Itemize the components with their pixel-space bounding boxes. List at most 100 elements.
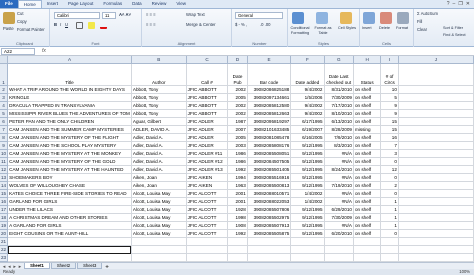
row-header[interactable]: 13 [0,173,9,182]
cell[interactable] [398,93,474,102]
cell[interactable] [398,63,474,86]
cell[interactable] [398,109,474,118]
cell[interactable]: on shelf [353,229,382,238]
cell[interactable] [398,221,474,230]
cell[interactable]: on shelf [353,109,382,118]
cell[interactable] [186,237,229,246]
cell[interactable] [398,253,474,262]
cell[interactable] [290,245,325,254]
cell[interactable]: 1986 [227,149,248,158]
row-header[interactable]: 6 [0,117,9,126]
cell[interactable]: Alcott, Louisa May [131,213,187,222]
cell[interactable]: CAM JANSEN AND THE MYSTERY OF THE GOLD [7,157,132,166]
cell[interactable]: Adler, David A. [131,141,187,150]
row-header[interactable]: 5 [0,109,9,118]
cell[interactable]: # of Circs [380,63,399,86]
cell[interactable]: 6/19/2007 [290,125,325,134]
cell[interactable]: Date Pub [227,63,248,86]
cell[interactable] [398,181,474,190]
cell[interactable]: JFIC AIKEN [186,181,229,190]
cell[interactable]: WOLVES OF WILLOUGHBY CHASE [7,181,132,190]
cell[interactable]: 7 [380,141,399,150]
row-header[interactable]: 11 [0,157,9,166]
cell[interactable]: 7/30/2009 [324,93,354,102]
cell-styles-button[interactable]: Cell Styles [337,26,357,31]
insert-sheet-icon[interactable]: ✚ [103,264,111,269]
cell[interactable]: 1928 [227,205,248,214]
cell[interactable]: 1908 [227,221,248,230]
help-icon[interactable]: ? [447,1,450,7]
cell[interactable]: WHAT A TRIP AROUND THE WORLD IN EIGHTY D… [7,85,132,94]
cell[interactable]: 39082101633485 [247,125,292,134]
cell[interactable]: 8/3/2010 [324,141,354,150]
cell[interactable]: on shelf [353,205,382,214]
cell[interactable]: 0 [380,189,399,198]
bold-icon[interactable]: B [54,22,57,27]
column-header[interactable]: C [186,56,229,64]
cell[interactable]: GARLAND FOR GIRLS [7,197,132,206]
cell[interactable]: 39082085508051 [247,149,292,158]
cell[interactable]: 6/20/2010 [324,229,354,238]
row-header[interactable]: 21 [0,237,9,246]
cell[interactable] [398,133,474,142]
cell[interactable] [398,125,474,134]
select-all-corner[interactable] [0,56,9,64]
column-header[interactable]: H [353,56,382,64]
cell[interactable]: 39082085812663 [247,109,292,118]
cell[interactable]: 1 [380,213,399,222]
cell[interactable]: CAM JANSEN AND THE MYSTERY AT THE HAUNTE… [7,165,132,174]
cell[interactable] [398,197,474,206]
cell[interactable]: 3 [380,149,399,158]
cell[interactable]: KATES CHOICE THREE FIRE-SIDE STORIES TO … [7,189,132,198]
cell[interactable]: on shelf [353,181,382,190]
cell[interactable]: 39082085501405 [247,165,292,174]
cell[interactable]: missing [353,125,382,134]
align-top-icon[interactable]: ≡ ≡ ≡ [146,12,156,17]
cell[interactable]: on shelf [353,93,382,102]
cell[interactable]: Adler, David A. [131,149,187,158]
cell[interactable]: 15 [380,117,399,126]
cell[interactable]: on shelf [353,165,382,174]
cell[interactable]: Date added [290,63,325,86]
cell[interactable] [7,253,132,262]
cell[interactable] [398,213,474,222]
cell[interactable] [398,245,474,254]
cell[interactable]: 2 [380,181,399,190]
clear-button[interactable]: Clear [417,27,427,32]
sheet-nav-icon[interactable]: ◄ ◄ ► ► [0,264,24,269]
cell[interactable]: 9/12/1995 [290,157,325,166]
cell[interactable]: 1992 [227,229,248,238]
cell[interactable]: JFIC ALCOTT [186,189,229,198]
paste-button[interactable]: Paste [3,26,14,31]
fill-color-icon[interactable] [88,22,95,29]
cell[interactable]: 9/12/1995 [290,229,325,238]
zoom-level[interactable]: 100% [459,269,470,275]
cell[interactable]: JFIC AIKEN [186,173,229,182]
cell[interactable]: 1 [380,205,399,214]
align-left-icon[interactable]: ≡ ≡ ≡ [146,22,156,27]
cell[interactable]: 39082095819297 [247,117,292,126]
cell[interactable]: on shelf [353,213,382,222]
cell[interactable]: JFIC ADLER [186,117,229,126]
cell[interactable] [398,173,474,182]
row-header[interactable]: 4 [0,101,9,110]
cell[interactable]: #N/A [324,149,354,158]
tab-home[interactable]: Home [17,0,42,8]
underline-icon[interactable]: U [65,22,68,27]
cell[interactable] [131,237,187,246]
cell[interactable]: 39082085507913 [247,221,292,230]
close-icon[interactable]: ✕ [466,1,470,7]
cell[interactable]: #N/A [324,173,354,182]
row-header[interactable]: 22 [0,245,9,254]
cell[interactable]: 9/4/2002 [290,85,325,94]
cell[interactable]: 9/12/1995 [290,141,325,150]
merge-center-button[interactable]: Merge & Center [186,22,216,27]
column-header[interactable]: E [247,56,292,64]
cell[interactable] [398,157,474,166]
cell[interactable]: 2002 [227,85,248,94]
cell[interactable]: Alcott, Louisa May [131,197,187,206]
cell[interactable]: Bar code [247,63,292,86]
cell[interactable] [398,117,474,126]
format-cells-icon[interactable] [397,12,409,24]
cell[interactable]: PETER PAN AND THE ONLY CHILDREN [7,117,132,126]
